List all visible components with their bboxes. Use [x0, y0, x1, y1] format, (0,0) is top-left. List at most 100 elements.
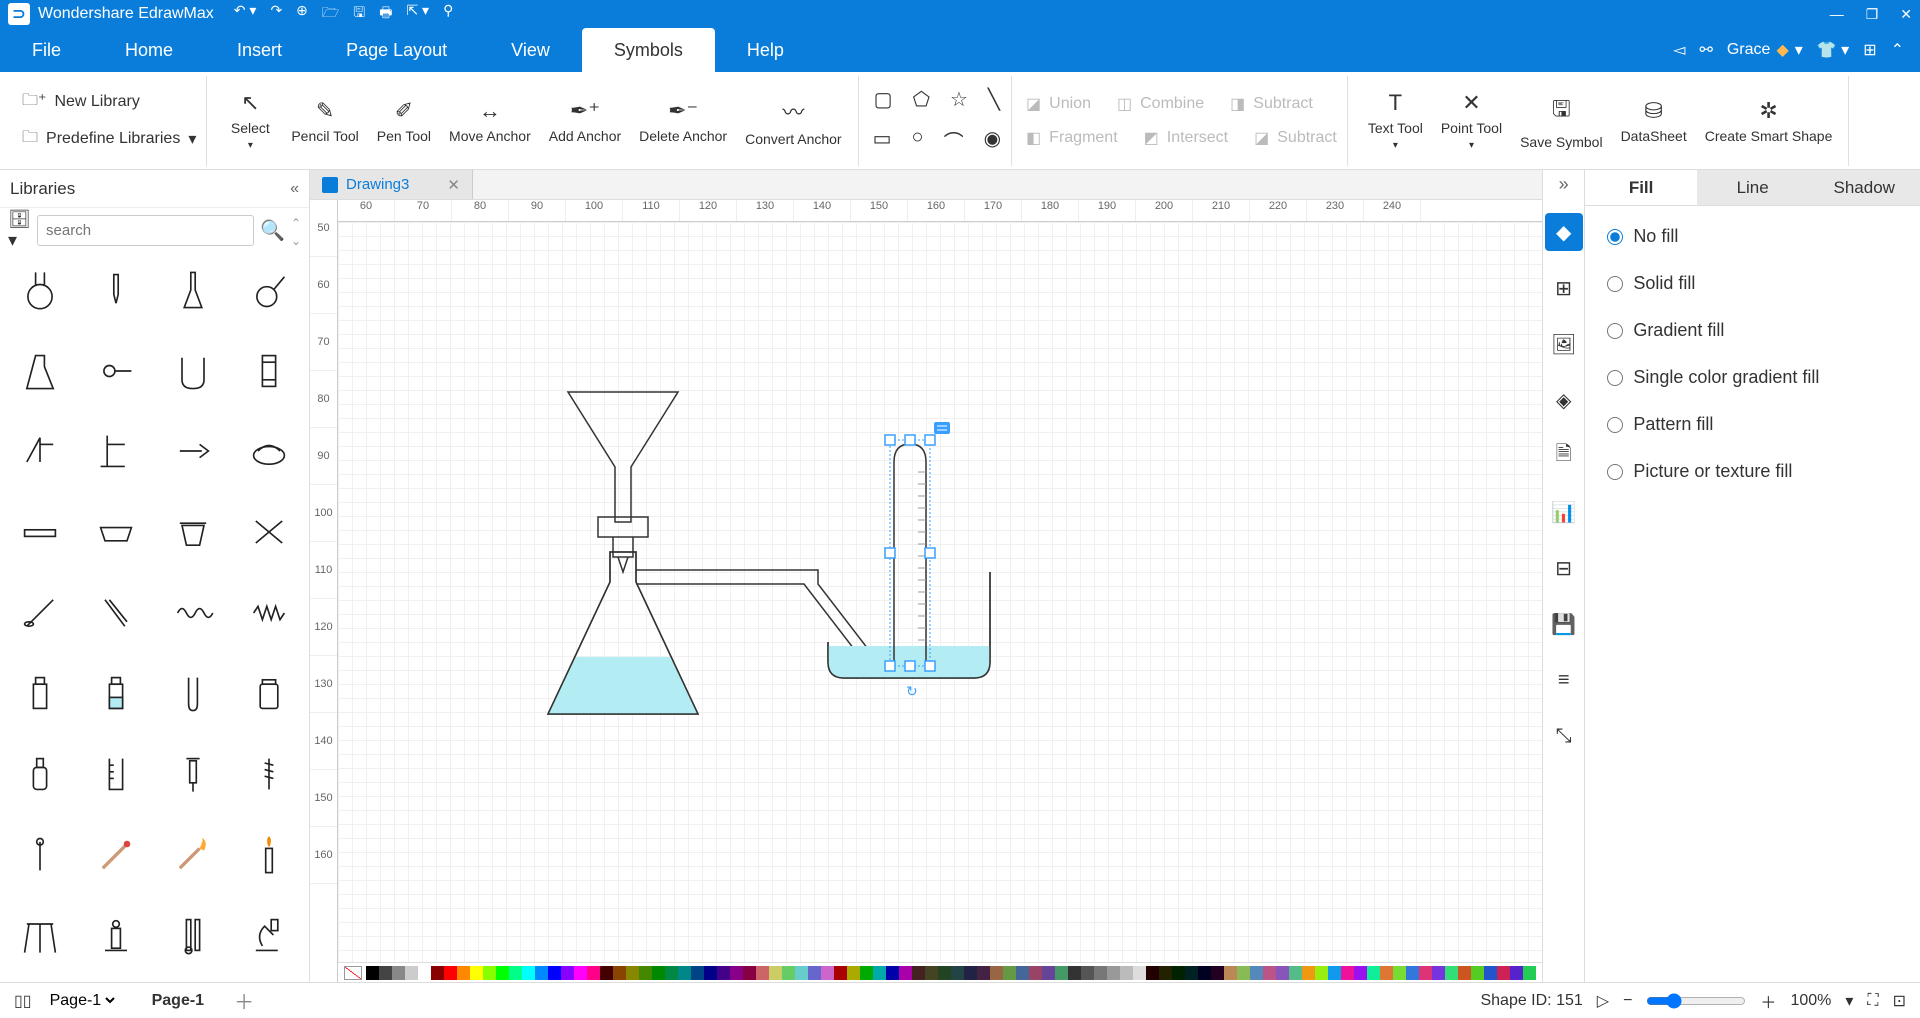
- shape-distill[interactable]: [6, 419, 74, 483]
- expand-right-icon[interactable]: »: [1559, 174, 1569, 195]
- color-swatch[interactable]: [704, 966, 717, 980]
- color-swatch[interactable]: [1211, 966, 1224, 980]
- color-swatch[interactable]: [1380, 966, 1393, 980]
- color-swatch[interactable]: [418, 966, 431, 980]
- doc-tab[interactable]: Drawing3 ✕: [310, 170, 473, 199]
- shape-erlenmeyer[interactable]: [548, 552, 698, 714]
- fragment-button[interactable]: ◧Fragment: [1026, 128, 1118, 148]
- shape-screw[interactable]: [235, 742, 303, 806]
- color-swatch[interactable]: [1029, 966, 1042, 980]
- color-swatch[interactable]: [392, 966, 405, 980]
- color-swatch[interactable]: [834, 966, 847, 980]
- shape-stand[interactable]: [82, 419, 150, 483]
- redo-icon[interactable]: ↷: [270, 2, 282, 26]
- collapse-ribbon-icon[interactable]: ⌃: [1891, 40, 1904, 60]
- arc-icon[interactable]: ⌒: [944, 126, 964, 155]
- export-icon[interactable]: ⇱ ▾: [406, 2, 429, 26]
- shape-spring[interactable]: [235, 581, 303, 645]
- color-swatch[interactable]: [1289, 966, 1302, 980]
- subtract-button[interactable]: ◨Subtract: [1230, 94, 1313, 114]
- color-swatch[interactable]: [1393, 966, 1406, 980]
- shirt-icon[interactable]: 👕 ▾: [1817, 40, 1849, 60]
- color-swatch[interactable]: [379, 966, 392, 980]
- color-swatch[interactable]: [1224, 966, 1237, 980]
- color-swatch[interactable]: [431, 966, 444, 980]
- color-swatch[interactable]: [470, 966, 483, 980]
- color-swatch[interactable]: [1367, 966, 1380, 980]
- page-view-icon[interactable]: ▯▯: [14, 991, 32, 1011]
- color-swatch[interactable]: [405, 966, 418, 980]
- shape-dropper[interactable]: [82, 258, 150, 322]
- add-page-icon[interactable]: ＋: [234, 986, 254, 1015]
- play-icon[interactable]: ▷: [1597, 991, 1609, 1011]
- color-swatch[interactable]: [1510, 966, 1523, 980]
- zoom-dropdown-icon[interactable]: ▾: [1845, 991, 1853, 1011]
- radio-no-fill[interactable]: No fill: [1607, 226, 1898, 247]
- circle-icon[interactable]: ○: [912, 126, 924, 155]
- shape-connector[interactable]: [82, 339, 150, 403]
- menu-insert[interactable]: Insert: [205, 28, 314, 72]
- pen-tool-button[interactable]: ✐Pen Tool: [371, 94, 437, 148]
- shape-candle[interactable]: [235, 823, 303, 887]
- shape-clamp[interactable]: [159, 419, 227, 483]
- shape-burner[interactable]: [82, 903, 150, 967]
- color-swatch[interactable]: [1445, 966, 1458, 980]
- color-swatch[interactable]: [1315, 966, 1328, 980]
- color-swatch[interactable]: [821, 966, 834, 980]
- grid-panel-icon[interactable]: ⊞: [1545, 269, 1583, 307]
- color-swatch[interactable]: [860, 966, 873, 980]
- shape-tray[interactable]: [6, 500, 74, 564]
- shape-jar[interactable]: [235, 661, 303, 725]
- canvas[interactable]: ↻: [338, 222, 1542, 962]
- color-swatch[interactable]: [990, 966, 1003, 980]
- radio-solid-fill[interactable]: Solid fill: [1607, 273, 1898, 294]
- scroll-down-icon[interactable]: ⌄: [291, 234, 301, 248]
- color-swatch[interactable]: [1471, 966, 1484, 980]
- undo-icon[interactable]: ↶ ▾: [234, 2, 257, 26]
- shape-syringe[interactable]: [159, 742, 227, 806]
- shape-tongs[interactable]: [235, 500, 303, 564]
- color-swatch[interactable]: [1250, 966, 1263, 980]
- zoom-slider[interactable]: [1646, 993, 1746, 1009]
- color-swatch[interactable]: [652, 966, 665, 980]
- color-swatch[interactable]: [1146, 966, 1159, 980]
- color-swatch[interactable]: [665, 966, 678, 980]
- menu-page-layout[interactable]: Page Layout: [314, 28, 479, 72]
- search-input[interactable]: [37, 215, 254, 246]
- color-swatch[interactable]: [1484, 966, 1497, 980]
- color-swatch[interactable]: [756, 966, 769, 980]
- color-swatch[interactable]: [1432, 966, 1445, 980]
- predefine-libraries-button[interactable]: 🗀Predefine Libraries▾: [22, 126, 196, 153]
- color-swatch[interactable]: [1497, 966, 1510, 980]
- save-icon[interactable]: 🖫: [353, 2, 365, 26]
- pentagon-icon[interactable]: ⬠: [913, 87, 930, 112]
- fill-panel-icon[interactable]: ◆: [1545, 213, 1583, 251]
- point-tool-button[interactable]: ✕Point Tool▾: [1435, 86, 1508, 155]
- color-swatch[interactable]: [1341, 966, 1354, 980]
- color-swatch[interactable]: [730, 966, 743, 980]
- shape-match-lit[interactable]: [159, 823, 227, 887]
- color-swatch[interactable]: [366, 966, 379, 980]
- menu-symbols[interactable]: Symbols: [582, 28, 715, 72]
- color-swatch[interactable]: [1523, 966, 1536, 980]
- shape-bottle-filled[interactable]: [82, 661, 150, 725]
- transform-panel-icon[interactable]: ⤡: [1545, 717, 1583, 755]
- color-swatch[interactable]: [873, 966, 886, 980]
- zoom-in-icon[interactable]: ＋: [1760, 989, 1776, 1013]
- color-swatch[interactable]: [1055, 966, 1068, 980]
- shape-thermometer[interactable]: [159, 903, 227, 967]
- color-swatch[interactable]: [808, 966, 821, 980]
- shape-ubend[interactable]: [159, 339, 227, 403]
- color-swatch[interactable]: [1458, 966, 1471, 980]
- color-swatch[interactable]: [522, 966, 535, 980]
- save-symbol-button[interactable]: 🖫Save Symbol: [1514, 88, 1608, 154]
- color-swatch[interactable]: [1081, 966, 1094, 980]
- layers-panel-icon[interactable]: ◈: [1545, 381, 1583, 419]
- image-panel-icon[interactable]: 🖼: [1545, 325, 1583, 363]
- new-icon[interactable]: ⊕: [296, 2, 308, 26]
- color-swatch[interactable]: [483, 966, 496, 980]
- no-color-swatch[interactable]: [344, 966, 362, 980]
- tab-fill[interactable]: Fill: [1585, 170, 1697, 205]
- move-anchor-button[interactable]: ↔Move Anchor: [443, 94, 537, 148]
- color-swatch[interactable]: [1068, 966, 1081, 980]
